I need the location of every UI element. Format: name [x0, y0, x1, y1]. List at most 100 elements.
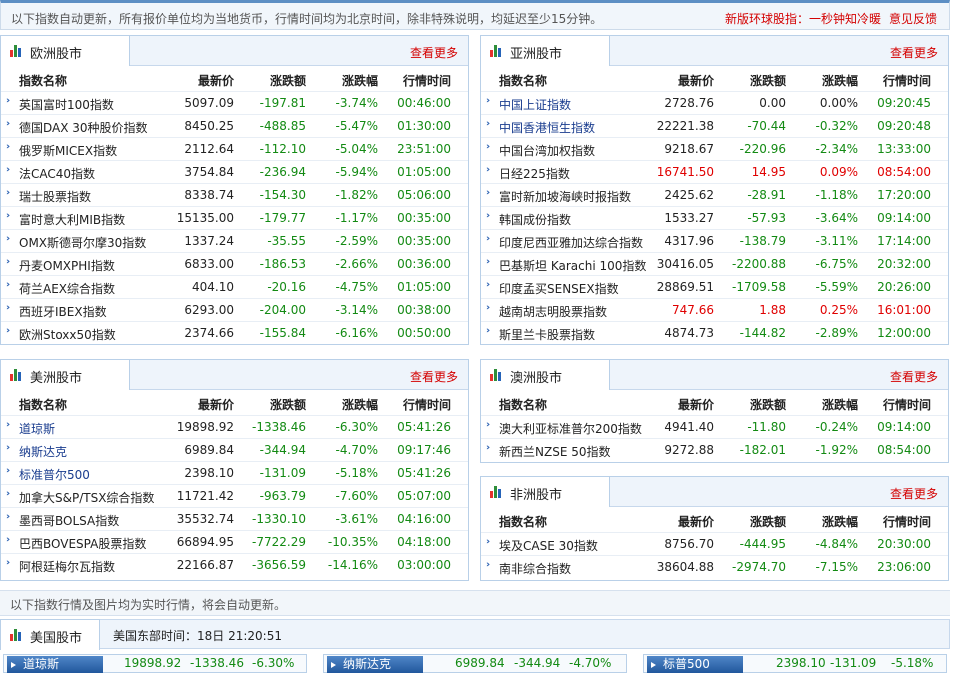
table-header: 指数名称 最新价 涨跌额 涨跌幅 行情时间	[1, 392, 468, 415]
table-row[interactable]: ›› 标准普尔500 2398.10 -131.09 -5.18% 05:41:26	[1, 461, 468, 484]
index-name-link[interactable]: 澳大利亚标准普尔200指数	[499, 420, 642, 437]
ticker-nasdaq[interactable]: 纳斯达克 6989.84 -344.94 -4.70%	[323, 654, 627, 673]
table-row[interactable]: ›› 韩国成份指数 1533.27 -57.93 -3.64% 09:14:00	[481, 206, 948, 229]
cell-pct: -3.14%	[335, 303, 378, 317]
table-row[interactable]: ›› 荷兰AEX综合指数 404.10 -20.16 -4.75% 01:05:00	[1, 275, 468, 298]
feedback-link[interactable]: 意见反馈	[889, 10, 937, 27]
tab-africa[interactable]: 非洲股市	[480, 476, 610, 507]
africa-market-panel: 非洲股市 查看更多 指数名称 最新价 涨跌额 涨跌幅 行情时间 ›› 埃及CASE 30指数…	[480, 476, 949, 581]
table-row[interactable]: ›› 英国富时100指数 5097.09 -197.81 -3.74% 00:46:00	[1, 91, 468, 114]
table-row[interactable]: ›› 俄罗斯MICEX指数 2112.64 -112.10 -5.04% 23:51:00	[1, 137, 468, 160]
tab-america[interactable]: 美洲股市	[0, 359, 130, 390]
table-row[interactable]: ›› 新西兰NZSE 50指数 9272.88 -182.01 -1.92% 08:54:…	[481, 438, 948, 461]
index-name-link[interactable]: 西班牙IBEX指数	[19, 303, 107, 320]
index-name-link[interactable]: 标准普尔500	[19, 466, 90, 483]
table-row[interactable]: ›› 斯里兰卡股票指数 4874.73 -144.82 -2.89% 12:00:00	[481, 321, 948, 344]
tab-asia[interactable]: 亚洲股市	[480, 35, 610, 66]
table-row[interactable]: ›› 越南胡志明股票指数 747.66 1.88 0.25% 16:01:00	[481, 298, 948, 321]
realtime-notice-text: 以下指数行情及图片均为实时行情，将会自动更新。	[10, 598, 287, 612]
cell-time: 05:07:00	[397, 489, 451, 503]
index-name-link[interactable]: 德国DAX 30种股价指数	[19, 119, 148, 136]
table-row[interactable]: ›› 巴西BOVESPA股票指数 66894.95 -7722.29 -10.35% 04…	[1, 530, 468, 553]
index-name-link[interactable]: OMX斯德哥尔摩30指数	[19, 234, 146, 251]
table-row[interactable]: ›› 墨西哥BOLSA指数 35532.74 -1330.10 -3.61% 04:16:…	[1, 507, 468, 530]
index-name-link[interactable]: 欧洲Stoxx50指数	[19, 326, 116, 343]
table-row[interactable]: ›› OMX斯德哥尔摩30指数 1337.24 -35.55 -2.59% 00:35:0…	[1, 229, 468, 252]
index-name-link[interactable]: 瑞士股票指数	[19, 188, 91, 205]
cell-pct: -6.30%	[335, 420, 378, 434]
table-row[interactable]: ›› 欧洲Stoxx50指数 2374.66 -155.84 -6.16% 00:50:0…	[1, 321, 468, 344]
index-name-link[interactable]: 斯里兰卡股票指数	[499, 326, 595, 343]
index-name-link[interactable]: 南非综合指数	[499, 560, 571, 577]
tab-us-market[interactable]: 美国股市	[0, 619, 100, 650]
double-arrow-icon: ››	[6, 165, 11, 175]
ticker-dow[interactable]: 道琼斯 19898.92 -1338.46 -6.30%	[3, 654, 307, 673]
table-row[interactable]: ›› 阿根廷梅尔瓦指数 22166.87 -3656.59 -14.16% 03:00:0…	[1, 553, 468, 576]
table-row[interactable]: ›› 中国香港恒生指数 22221.38 -70.44 -0.32% 09:20:48	[481, 114, 948, 137]
index-name-link[interactable]: 韩国成份指数	[499, 211, 571, 228]
index-name-link[interactable]: 法CAC40指数	[19, 165, 95, 182]
table-row[interactable]: ›› 印度尼西亚雅加达综合指数 4317.96 -138.79 -3.11% 17:14:…	[481, 229, 948, 252]
table-row[interactable]: ›› 法CAC40指数 3754.84 -236.94 -5.94% 01:05:00	[1, 160, 468, 183]
view-more-link[interactable]: 查看更多	[890, 368, 938, 385]
table-row[interactable]: ›› 德国DAX 30种股价指数 8450.25 -488.85 -5.47% 01:30…	[1, 114, 468, 137]
view-more-link[interactable]: 查看更多	[410, 44, 458, 61]
ticker-sp500[interactable]: 标普500 2398.10 -131.09 -5.18%	[643, 654, 947, 673]
table-row[interactable]: ›› 丹麦OMXPHI指数 6833.00 -186.53 -2.66% 00:36:00	[1, 252, 468, 275]
index-name-link[interactable]: 巴西BOVESPA股票指数	[19, 535, 146, 552]
index-name-link[interactable]: 新西兰NZSE 50指数	[499, 443, 610, 460]
index-name-link[interactable]: 埃及CASE 30指数	[499, 537, 598, 554]
table-row[interactable]: ›› 纳斯达克 6989.84 -344.94 -4.70% 09:17:46	[1, 438, 468, 461]
index-name-link[interactable]: 阿根廷梅尔瓦指数	[19, 558, 115, 575]
table-row[interactable]: ›› 中国台湾加权指数 9218.67 -220.96 -2.34% 13:33:00	[481, 137, 948, 160]
index-name-link[interactable]: 加拿大S&P/TSX综合指数	[19, 489, 154, 506]
index-name-link[interactable]: 富时新加坡海峡时报指数	[499, 188, 631, 205]
table-row[interactable]: ›› 巴基斯坦 Karachi 100指数 30416.05 -2200.88 -6.7…	[481, 252, 948, 275]
index-name-link[interactable]: 墨西哥BOLSA指数	[19, 512, 119, 529]
new-version-link[interactable]: 新版环球股指：一秒钟知冷暖	[725, 10, 881, 27]
index-name-link[interactable]: 中国香港恒生指数	[499, 119, 595, 136]
index-name-link[interactable]: 富时意大利MIB指数	[19, 211, 125, 228]
cell-pct: -4.75%	[335, 280, 378, 294]
view-more-link[interactable]: 查看更多	[890, 44, 938, 61]
bar-chart-icon	[10, 45, 24, 57]
cell-pct: -1.18%	[815, 188, 858, 202]
table-row[interactable]: ›› 富时新加坡海峡时报指数 2425.62 -28.91 -1.18% 17:20:00	[481, 183, 948, 206]
tab-oceania[interactable]: 澳洲股市	[480, 359, 610, 390]
index-name-link[interactable]: 中国台湾加权指数	[499, 142, 595, 159]
index-name-link[interactable]: 纳斯达克	[19, 443, 67, 460]
index-name-link[interactable]: 印度孟买SENSEX指数	[499, 280, 619, 297]
index-name-link[interactable]: 越南胡志明股票指数	[499, 303, 607, 320]
col-header-pct: 涨跌幅	[821, 398, 858, 412]
table-row[interactable]: ›› 加拿大S&P/TSX综合指数 11721.42 -963.79 -7.60% 05:…	[1, 484, 468, 507]
index-name-link[interactable]: 印度尼西亚雅加达综合指数	[499, 234, 643, 251]
index-name-link[interactable]: 荷兰AEX综合指数	[19, 280, 115, 297]
table-row[interactable]: ›› 中国上证指数 2728.76 0.00 0.00% 09:20:45	[481, 91, 948, 114]
table-row[interactable]: ›› 澳大利亚标准普尔200指数 4941.40 -11.80 -0.24% 09:14:…	[481, 415, 948, 438]
table-row[interactable]: ›› 印度孟买SENSEX指数 28869.51 -1709.58 -5.59% 20:2…	[481, 275, 948, 298]
table-row[interactable]: ›› 南非综合指数 38604.88 -2974.70 -7.15% 23:06:00	[481, 555, 948, 578]
view-more-link[interactable]: 查看更多	[890, 485, 938, 502]
index-name-link[interactable]: 中国上证指数	[499, 96, 571, 113]
ticker-name[interactable]: 标普500	[647, 656, 743, 673]
cell-price: 8756.70	[664, 537, 714, 551]
table-row[interactable]: ›› 西班牙IBEX指数 6293.00 -204.00 -3.14% 00:38:00	[1, 298, 468, 321]
cell-price: 6293.00	[184, 303, 234, 317]
index-name-link[interactable]: 道琼斯	[19, 420, 55, 437]
index-name-link[interactable]: 英国富时100指数	[19, 96, 114, 113]
table-row[interactable]: ›› 日经225指数 16741.50 14.95 0.09% 08:54:00	[481, 160, 948, 183]
index-name-link[interactable]: 巴基斯坦 Karachi 100指数	[499, 257, 646, 274]
table-row[interactable]: ›› 道琼斯 19898.92 -1338.46 -6.30% 05:41:26	[1, 415, 468, 438]
view-more-link[interactable]: 查看更多	[410, 368, 458, 385]
table-row[interactable]: ›› 瑞士股票指数 8338.74 -154.30 -1.82% 05:06:00	[1, 183, 468, 206]
col-header-time: 行情时间	[882, 515, 931, 529]
index-name-link[interactable]: 日经225指数	[499, 165, 570, 182]
tab-europe[interactable]: 欧洲股市	[0, 35, 130, 66]
index-name-link[interactable]: 俄罗斯MICEX指数	[19, 142, 117, 159]
ticker-name[interactable]: 纳斯达克	[327, 656, 423, 673]
play-arrow-icon	[651, 662, 656, 668]
ticker-name[interactable]: 道琼斯	[7, 656, 103, 673]
table-row[interactable]: ›› 埃及CASE 30指数 8756.70 -444.95 -4.84% 20:30:0…	[481, 532, 948, 555]
table-row[interactable]: ›› 富时意大利MIB指数 15135.00 -179.77 -1.17% 00:35:0…	[1, 206, 468, 229]
index-name-link[interactable]: 丹麦OMXPHI指数	[19, 257, 115, 274]
